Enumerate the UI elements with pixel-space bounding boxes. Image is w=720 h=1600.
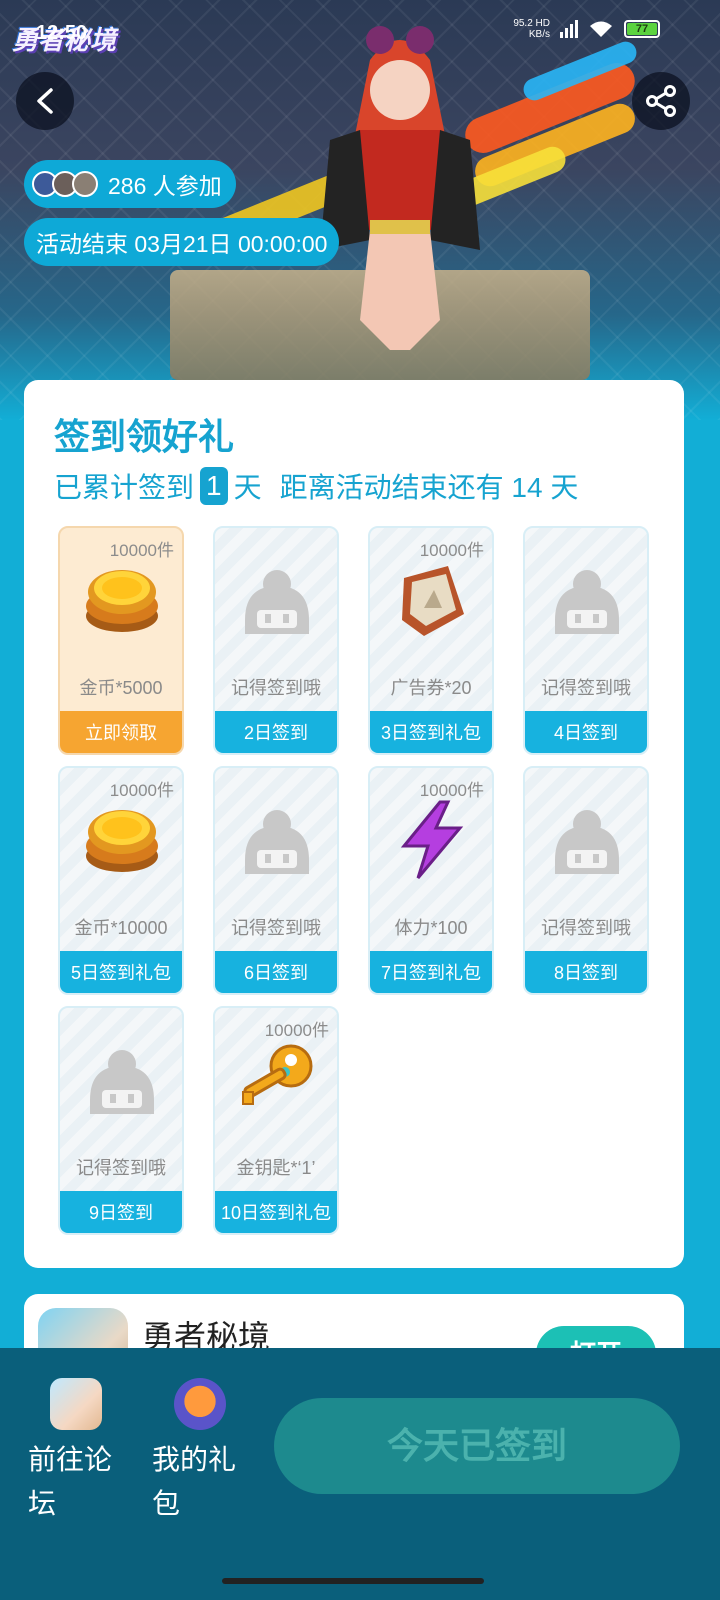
participant-avatars xyxy=(32,171,98,197)
lightning-icon xyxy=(390,798,474,882)
status-time: 12:50 xyxy=(36,22,88,44)
placeholder-mascot-icon xyxy=(80,1038,164,1122)
event-countdown: 距离活动结束还有 14 天 xyxy=(279,472,579,503)
reward-tile-day-5[interactable]: 10000件 金币*10000 5日签到礼包 xyxy=(58,766,184,995)
reward-tile-day-3[interactable]: 10000件 广告券*20 3日签到礼包 xyxy=(368,526,494,755)
network-speed-unit: KB/s xyxy=(528,29,550,40)
reward-tile-day-10[interactable]: 10000件 金钥匙*‘1’ 10日签到礼包 xyxy=(213,1006,339,1235)
hero-character-illustration xyxy=(320,26,480,350)
battery-icon: 77 xyxy=(624,20,660,38)
forum-label: 前往论坛 xyxy=(28,1444,113,1519)
placeholder-mascot-icon xyxy=(235,558,319,642)
reward-tile-day-9[interactable]: 记得签到哦 9日签到 xyxy=(58,1006,184,1235)
network-speed: 95.2 HD KB/s xyxy=(513,18,550,40)
ad-ticket-icon xyxy=(390,558,474,642)
reward-day-label: 3日签到礼包 xyxy=(370,711,492,753)
wifi-icon xyxy=(590,21,612,37)
gold-coins-icon xyxy=(80,798,164,882)
reward-name: 记得签到哦 xyxy=(76,1158,166,1178)
reward-day-label: 5日签到礼包 xyxy=(60,951,182,993)
participants-badge: 286 人参加 xyxy=(24,160,236,208)
reward-day-label: 10日签到礼包 xyxy=(215,1191,337,1233)
reward-name: 记得签到哦 xyxy=(541,678,631,698)
reward-tile-day-2[interactable]: 记得签到哦 2日签到 xyxy=(213,526,339,755)
my-gifts-label: 我的礼包 xyxy=(152,1444,237,1519)
back-button[interactable] xyxy=(16,72,74,130)
reward-day-label: 2日签到 xyxy=(215,711,337,753)
reward-day-label: 6日签到 xyxy=(215,951,337,993)
checked-days-count: 1 xyxy=(200,467,228,505)
placeholder-mascot-icon xyxy=(235,798,319,882)
share-button[interactable] xyxy=(632,72,690,130)
event-end-badge: 活动结束 03月21日 00:00:00 xyxy=(24,218,340,266)
reward-name: 体力*100 xyxy=(394,918,468,938)
reward-name: 记得签到哦 xyxy=(231,678,321,698)
battery-level: 77 xyxy=(627,23,657,35)
participants-count: 286 人参加 xyxy=(108,173,222,199)
checkin-card: 签到领好礼 已累计签到 1 天 距离活动结束还有 14 天 10000件 金币*5… xyxy=(24,380,684,1268)
reward-tile-day-1[interactable]: 10000件 金币*5000 立即领取 xyxy=(58,526,184,755)
reward-name: 广告券*20 xyxy=(390,678,472,698)
gift-bag-icon xyxy=(174,1378,226,1430)
checkin-button[interactable]: 今天已签到 xyxy=(274,1398,680,1494)
summary-unit: 天 xyxy=(233,472,262,503)
reward-tile-day-6[interactable]: 记得签到哦 6日签到 xyxy=(213,766,339,995)
reward-name: 金币*10000 xyxy=(74,918,168,938)
reward-tile-day-4[interactable]: 记得签到哦 4日签到 xyxy=(523,526,649,755)
claim-now-button[interactable]: 立即领取 xyxy=(60,711,182,753)
hero-banner: 勇者秘境 12:50 95.2 HD KB/s 77 286 人参加 活动结束 … xyxy=(0,0,720,420)
signal-icon xyxy=(560,20,578,38)
network-speed-value: 95.2 HD xyxy=(513,18,550,29)
forum-icon xyxy=(50,1378,102,1430)
reward-day-label: 7日签到礼包 xyxy=(370,951,492,993)
reward-day-label: 8日签到 xyxy=(525,951,647,993)
home-indicator[interactable] xyxy=(222,1578,484,1584)
avatar xyxy=(72,171,98,197)
forum-link[interactable]: 前往论坛 xyxy=(28,1378,138,1526)
placeholder-mascot-icon xyxy=(545,558,629,642)
reward-tile-day-7[interactable]: 10000件 体力*100 7日签到礼包 xyxy=(368,766,494,995)
status-indicators: 95.2 HD KB/s 77 xyxy=(513,18,660,40)
reward-name: 记得签到哦 xyxy=(541,918,631,938)
gold-coins-icon xyxy=(80,558,164,642)
summary-prefix: 已累计签到 xyxy=(54,472,195,503)
checkin-summary: 已累计签到 1 天 距离活动结束还有 14 天 xyxy=(54,466,578,506)
gold-key-icon xyxy=(235,1038,319,1122)
reward-name: 记得签到哦 xyxy=(231,918,321,938)
reward-day-label: 4日签到 xyxy=(525,711,647,753)
reward-name: 金币*5000 xyxy=(79,678,163,698)
reward-name: 金钥匙*‘1’ xyxy=(236,1158,316,1178)
event-end-time: 活动结束 03月21日 00:00:00 xyxy=(36,231,328,257)
share-icon xyxy=(646,85,676,117)
card-title: 签到领好礼 xyxy=(54,416,235,457)
reward-tile-day-8[interactable]: 记得签到哦 8日签到 xyxy=(523,766,649,995)
bottom-action-bar: 前往论坛 我的礼包 今天已签到 xyxy=(0,1348,720,1600)
placeholder-mascot-icon xyxy=(545,798,629,882)
reward-day-label: 9日签到 xyxy=(60,1191,182,1233)
chevron-left-icon xyxy=(37,88,53,114)
my-gifts-link[interactable]: 我的礼包 xyxy=(152,1378,262,1526)
